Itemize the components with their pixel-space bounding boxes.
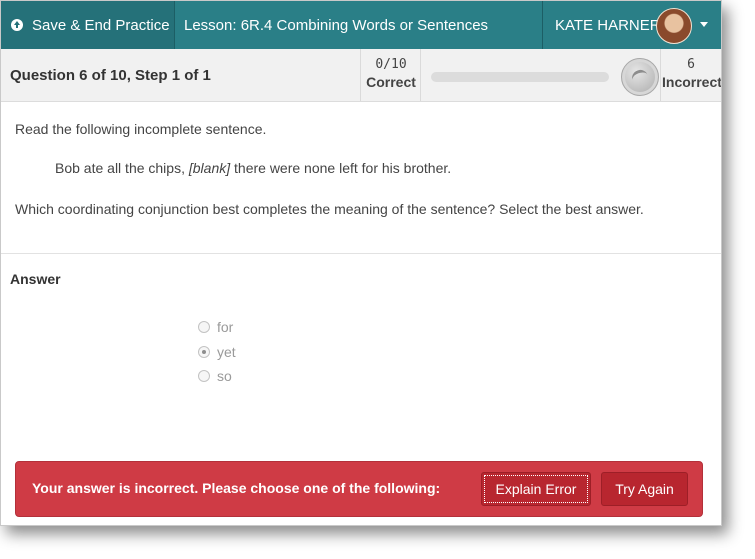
answer-option-yet[interactable]: yet bbox=[198, 344, 236, 360]
answer-option-for[interactable]: for bbox=[198, 319, 233, 335]
incorrect-label: Incorrect bbox=[662, 74, 722, 90]
user-menu-name[interactable]: KATE HARNER bbox=[555, 1, 661, 49]
radio-button[interactable] bbox=[198, 370, 210, 382]
chevron-down-icon[interactable] bbox=[700, 22, 708, 27]
save-end-practice-button[interactable]: Save & End Practice bbox=[1, 1, 174, 49]
section-divider bbox=[1, 253, 721, 254]
explain-error-button[interactable]: Explain Error bbox=[481, 472, 591, 506]
practice-window: Save & End Practice Lesson: 6R.4 Combini… bbox=[0, 0, 722, 526]
answer-option-label: yet bbox=[217, 344, 236, 360]
radio-button[interactable] bbox=[198, 346, 210, 358]
try-again-button[interactable]: Try Again bbox=[601, 472, 688, 506]
answer-option-label: so bbox=[217, 368, 232, 384]
feedback-message: Your answer is incorrect. Please choose … bbox=[32, 480, 441, 496]
header-divider bbox=[174, 1, 175, 49]
sentence-after: there were none left for his brother. bbox=[230, 160, 452, 176]
question-progress-title: Question 6 of 10, Step 1 of 1 bbox=[10, 67, 211, 84]
avatar[interactable] bbox=[656, 8, 692, 44]
sentence-blank: [blank] bbox=[188, 160, 231, 176]
correct-label: Correct bbox=[366, 74, 416, 90]
header-divider bbox=[542, 1, 543, 49]
answer-heading: Answer bbox=[10, 271, 61, 287]
save-end-practice-label: Save & End Practice bbox=[32, 16, 170, 34]
answer-option-label: for bbox=[217, 319, 234, 335]
medal-icon bbox=[621, 58, 659, 96]
question-intro: Read the following incomplete sentence. bbox=[15, 121, 267, 137]
circle-arrow-up-icon bbox=[11, 19, 23, 31]
incorrect-count: 6 bbox=[687, 57, 695, 72]
status-bar: Question 6 of 10, Step 1 of 1 0/10 Corre… bbox=[1, 49, 721, 102]
lesson-title: Lesson: 6R.4 Combining Words or Sentence… bbox=[184, 16, 489, 34]
top-bar: Save & End Practice Lesson: 6R.4 Combini… bbox=[1, 1, 721, 49]
status-divider bbox=[420, 49, 421, 101]
correct-count: 0/10 bbox=[375, 57, 407, 72]
question-prompt: Which coordinating conjunction best comp… bbox=[15, 201, 644, 217]
question-sentence: Bob ate all the chips, [blank] there wer… bbox=[55, 160, 451, 176]
answer-option-so[interactable]: so bbox=[198, 368, 232, 384]
incorrect-feedback-alert: Your answer is incorrect. Please choose … bbox=[15, 461, 703, 517]
score-progress-bar bbox=[431, 72, 609, 82]
radio-button[interactable] bbox=[198, 321, 210, 333]
sentence-before: Bob ate all the chips, bbox=[55, 160, 189, 176]
